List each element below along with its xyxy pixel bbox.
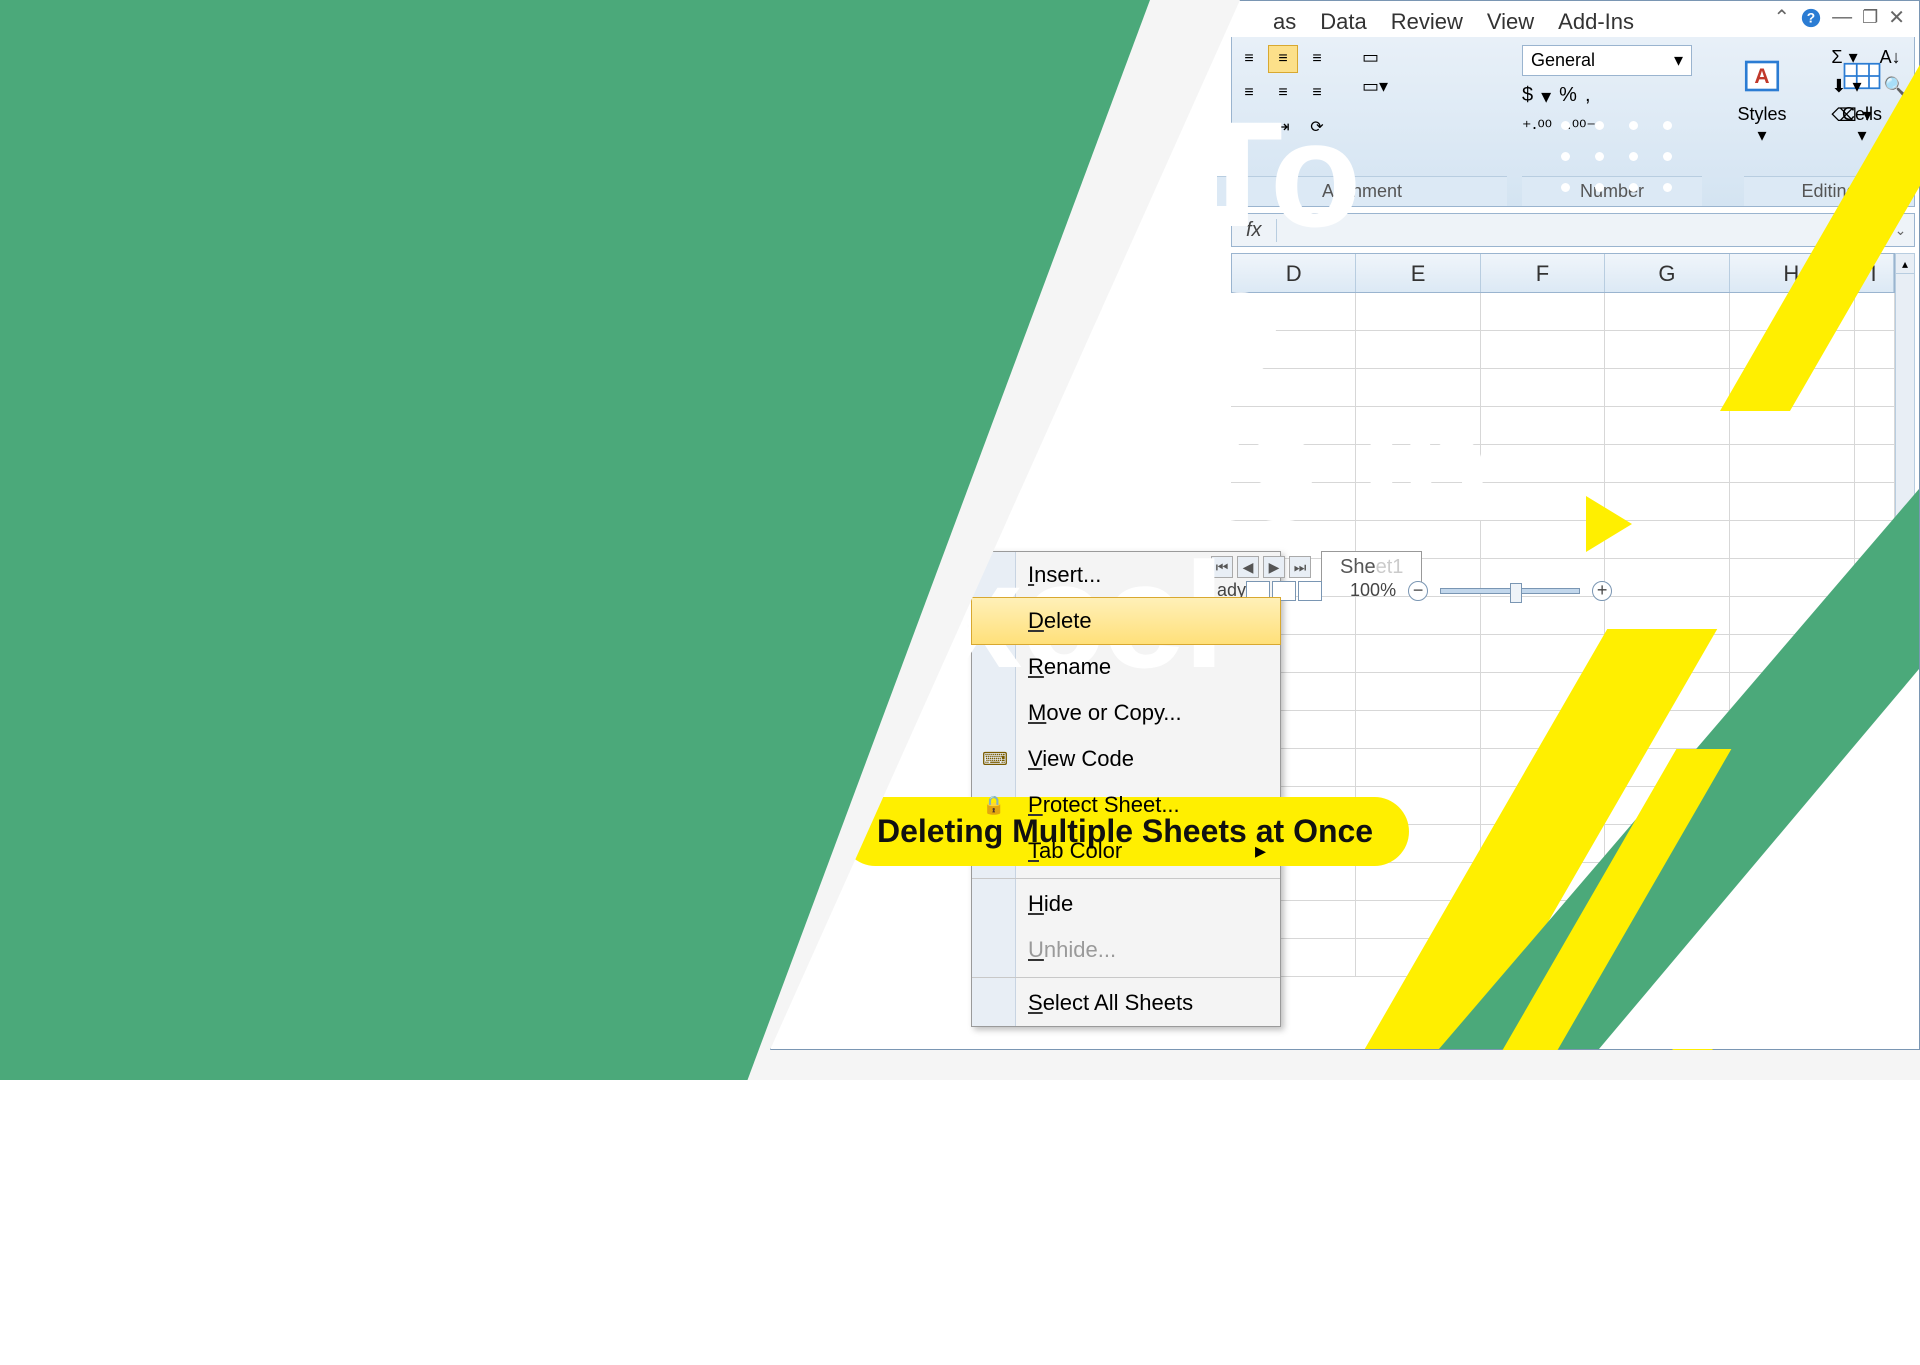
tab-view[interactable]: View — [1485, 5, 1536, 39]
ribbon-tabs: as Data Review View Add-Ins — [1271, 5, 1636, 39]
align-bottom-icon[interactable]: ≡ — [1302, 45, 1332, 73]
tab-addins[interactable]: Add-Ins — [1556, 5, 1636, 39]
dot-grid-bottom — [846, 929, 960, 1000]
callout-text: Select Delete option to delete a sheet — [1691, 1169, 1780, 1365]
styles-icon: A — [1741, 55, 1783, 97]
submenu-arrow-icon: ▸ — [1255, 838, 1266, 864]
tab-formulas-partial[interactable]: as — [1271, 5, 1298, 39]
wrap-text-button[interactable]: ▭ — [1362, 47, 1388, 68]
ctx-select-all-sheets[interactable]: Select All Sheets — [972, 977, 1280, 1026]
close-icon[interactable]: ✕ — [1888, 5, 1905, 30]
ctx-insert[interactable]: Insert... — [972, 552, 1280, 598]
svg-text:A: A — [1754, 65, 1769, 88]
tab-review[interactable]: Review — [1389, 5, 1465, 39]
chevron-down-icon: ▾ — [1722, 125, 1802, 146]
fill-down-icon: ⬇ — [1831, 76, 1846, 97]
tab-data[interactable]: Data — [1318, 5, 1368, 39]
ctx-view-code[interactable]: ⌨View Code — [972, 736, 1280, 782]
styles-button[interactable]: A Styles▾ — [1722, 55, 1802, 146]
ctx-hide[interactable]: Hide — [972, 878, 1280, 927]
ctx-unhide: Unhide... — [972, 927, 1280, 973]
minimize-icon[interactable]: — — [1832, 6, 1852, 29]
restore-icon[interactable]: ❐ — [1862, 7, 1878, 28]
number-format-value: General — [1531, 50, 1595, 71]
play-triangle-icon — [1586, 496, 1632, 552]
ctx-protect-sheet[interactable]: 🔒Protect Sheet... — [972, 782, 1280, 828]
lock-icon: 🔒 — [982, 795, 1006, 816]
wrap-merge-group: ▭ ▭▾ — [1362, 47, 1388, 97]
ctx-rename[interactable]: Rename — [972, 644, 1280, 690]
ctx-delete[interactable]: Delete — [971, 597, 1281, 645]
sigma-icon: Σ — [1831, 47, 1842, 68]
styles-label: Styles — [1722, 104, 1802, 125]
col-g[interactable]: G — [1605, 254, 1729, 292]
sheet-context-menu: Insert... Delete Rename Move or Copy... … — [971, 551, 1281, 1027]
ctx-tab-color[interactable]: Tab Color▸ — [972, 828, 1280, 874]
ribbon-collapse-icon[interactable]: ⌃ — [1773, 5, 1790, 30]
merge-center-button[interactable]: ▭▾ — [1362, 76, 1388, 97]
eraser-icon: ⌫ — [1831, 105, 1856, 126]
zoom-in-icon[interactable]: + — [1592, 581, 1612, 601]
number-format-select[interactable]: General ▾ — [1522, 45, 1692, 76]
comma-button[interactable]: , — [1585, 84, 1591, 109]
ctx-move-copy[interactable]: Move or Copy... — [972, 690, 1280, 736]
sort-filter-icon[interactable]: A↓ — [1880, 47, 1901, 68]
window-controls: ⌃ ? — ❐ ✕ — [1773, 5, 1905, 30]
code-icon: ⌨ — [982, 749, 1006, 770]
align-top-icon[interactable]: ≡ — [1234, 45, 1264, 73]
fill-button[interactable]: ⬇▾ 🔍 — [1831, 76, 1906, 97]
chevron-down-icon: ▾ — [1674, 50, 1683, 71]
align-middle-icon[interactable]: ≡ — [1268, 45, 1298, 73]
autosum-button[interactable]: Σ▾ A↓ — [1831, 47, 1906, 68]
scroll-up-icon[interactable]: ▴ — [1896, 254, 1914, 274]
svg-text:?: ? — [1807, 10, 1815, 25]
help-icon[interactable]: ? — [1800, 7, 1822, 29]
